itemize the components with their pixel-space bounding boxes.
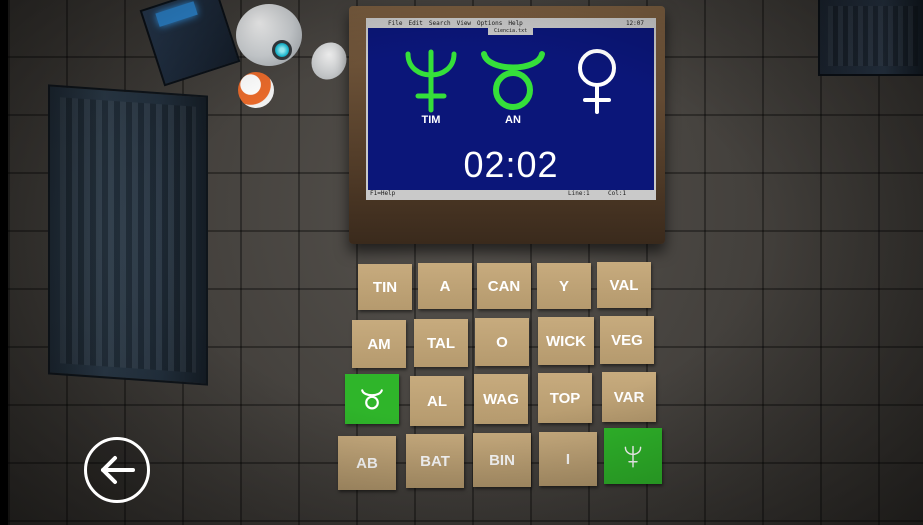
tile-veg[interactable]: VEG — [600, 316, 654, 364]
menu-search: Search — [428, 20, 451, 27]
status-bar: F1=Help Line:1 Col:1 — [368, 190, 654, 198]
robot-ball — [238, 72, 274, 108]
game-scene: File Edit Search View Options Help 12:07… — [8, 0, 923, 525]
file-title: Ciencia.txt — [488, 28, 534, 35]
venus-icon — [578, 49, 616, 114]
back-button[interactable] — [84, 437, 150, 503]
back-arrow-icon — [101, 456, 135, 484]
tile-val[interactable]: VAL — [597, 262, 651, 308]
neptune-icon — [405, 49, 457, 113]
tile-al[interactable]: AL — [410, 376, 464, 426]
menu-view: View — [456, 20, 472, 27]
tile-taurus-selected[interactable] — [345, 374, 399, 424]
tile-a[interactable]: A — [418, 263, 472, 309]
cargo-crate-left — [48, 84, 208, 386]
menu-edit: Edit — [408, 20, 423, 27]
taurus-icon — [481, 51, 545, 110]
blue-device — [139, 0, 241, 87]
status-help: F1=Help — [370, 190, 396, 197]
tile-am[interactable]: AM — [352, 320, 406, 368]
robot-head — [236, 4, 302, 66]
taurus-icon — [361, 389, 383, 410]
menu-options: Options — [477, 20, 503, 27]
monitor-screen: File Edit Search View Options Help 12:07… — [366, 18, 656, 200]
status-col: Col:1 — [608, 190, 627, 197]
tile-i[interactable]: I — [539, 432, 597, 486]
status-line: Line:1 — [568, 190, 590, 197]
menu-file: File — [388, 20, 403, 27]
tile-o[interactable]: O — [475, 318, 529, 366]
neptune-icon — [624, 445, 642, 468]
tile-can[interactable]: CAN — [477, 263, 531, 309]
robot-eye — [272, 40, 292, 60]
menu-clock: 12:07 — [625, 20, 644, 27]
cargo-crate-top-right — [818, 0, 923, 76]
countdown-timer: 02:02 — [463, 144, 559, 185]
tile-var[interactable]: VAR — [602, 372, 656, 422]
tile-top[interactable]: TOP — [538, 373, 592, 423]
tile-wag[interactable]: WAG — [474, 374, 528, 424]
tile-tal[interactable]: TAL — [414, 319, 468, 367]
tile-wick[interactable]: WICK — [538, 317, 594, 365]
symbol-label-2: AN — [505, 114, 521, 126]
tile-bin[interactable]: BIN — [473, 433, 531, 487]
robot-wing — [304, 36, 354, 86]
symbol-label-1: TIM — [421, 114, 441, 126]
tile-tin[interactable]: TIN — [358, 264, 412, 310]
tile-ab[interactable]: AB — [338, 436, 396, 490]
tile-bat[interactable]: BAT — [406, 434, 464, 488]
tile-neptune-selected[interactable] — [604, 428, 662, 484]
menu-help: Help — [508, 20, 523, 27]
tile-y[interactable]: Y — [537, 263, 591, 309]
menu-bar: File Edit Search View Options Help 12:07 — [368, 20, 654, 28]
